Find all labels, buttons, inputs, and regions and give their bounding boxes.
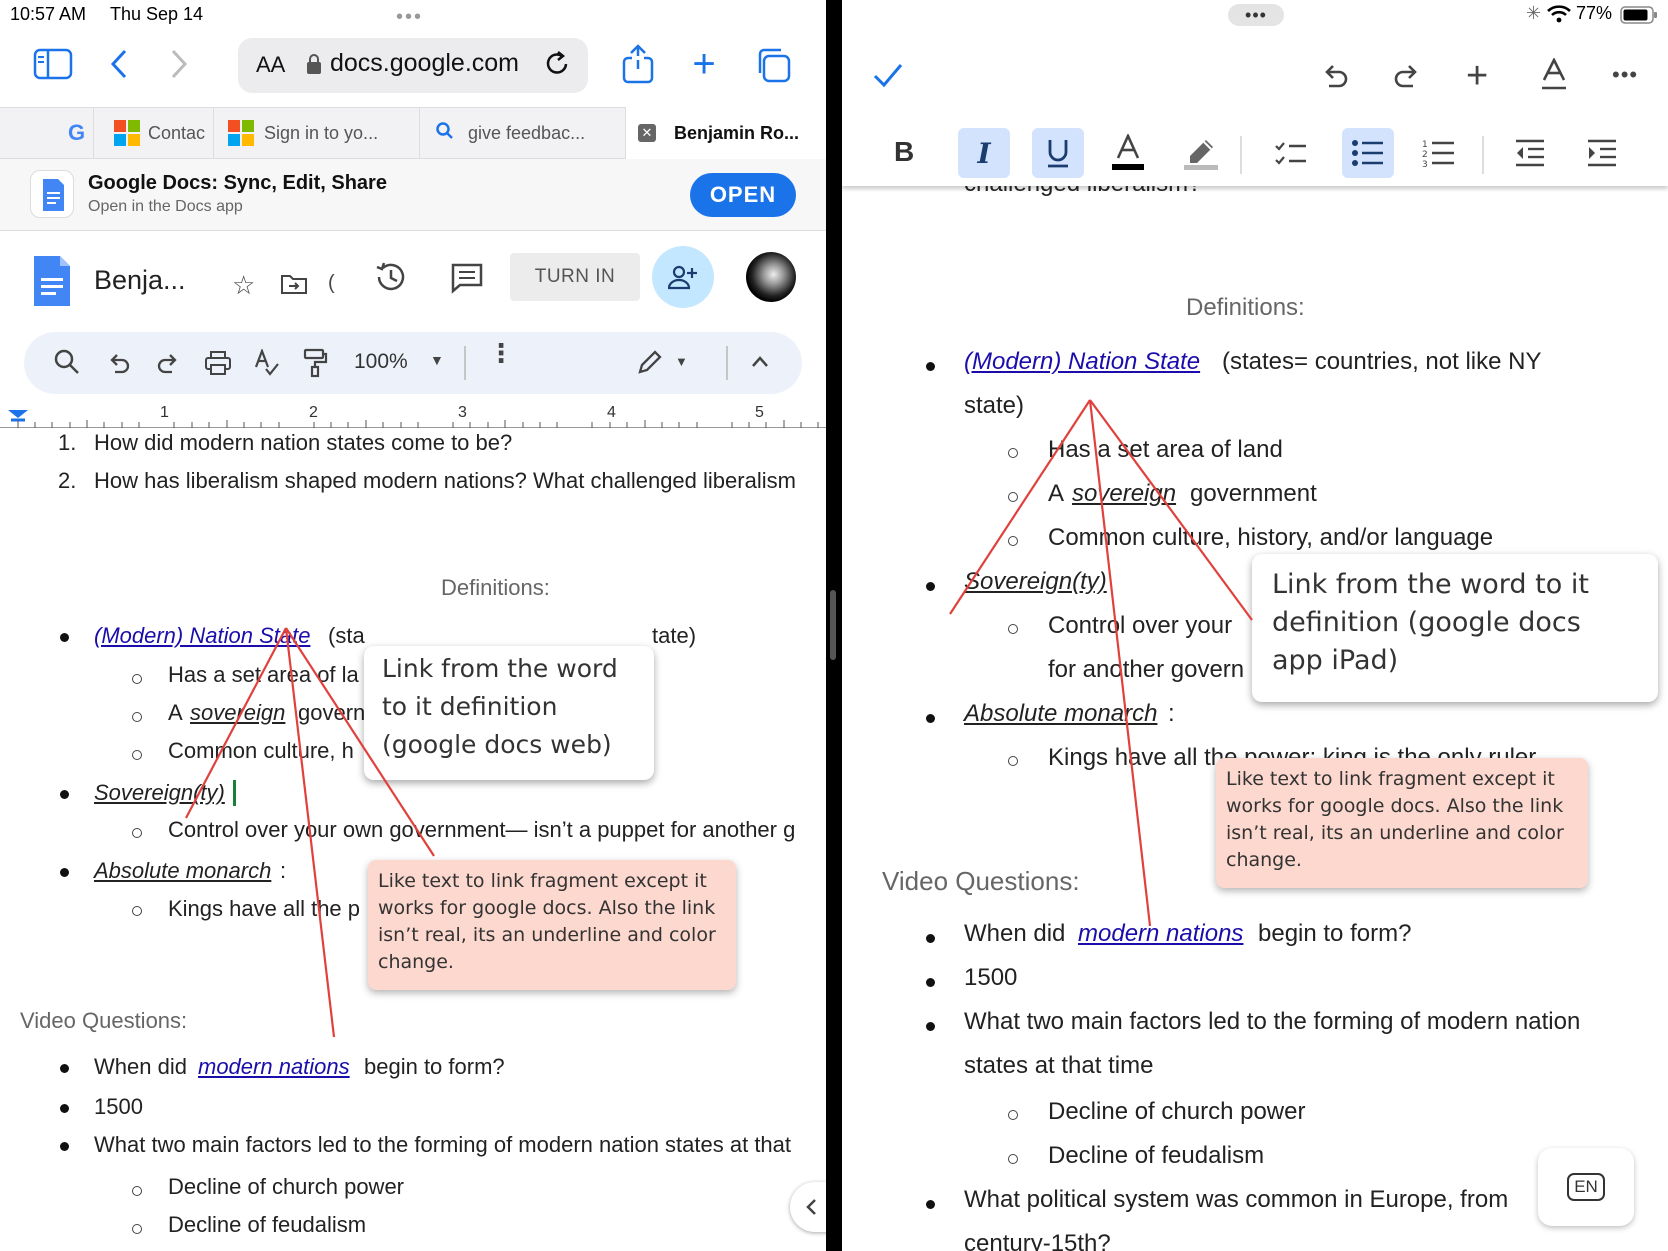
language-label: EN: [1567, 1173, 1605, 1201]
right-pane-docs-app: ••• ✳ 77% + ••• B I 123 Definitions: (Mo…: [842, 0, 1668, 1251]
chevron-left-icon: [806, 1199, 816, 1215]
arrow-line: [185, 627, 287, 819]
annotation-arrows: [949, 399, 1253, 927]
split-handle[interactable]: [830, 590, 836, 660]
arrow-line: [1089, 399, 1253, 621]
left-pane-safari: 10:57 AM Thu Sep 14 ••• AA docs.google.c…: [0, 0, 826, 1251]
arrow-line: [1088, 399, 1152, 927]
arrow-line: [949, 399, 1091, 615]
annotation-arrows: [185, 627, 435, 1038]
keyboard-language-button[interactable]: EN: [1538, 1148, 1634, 1226]
